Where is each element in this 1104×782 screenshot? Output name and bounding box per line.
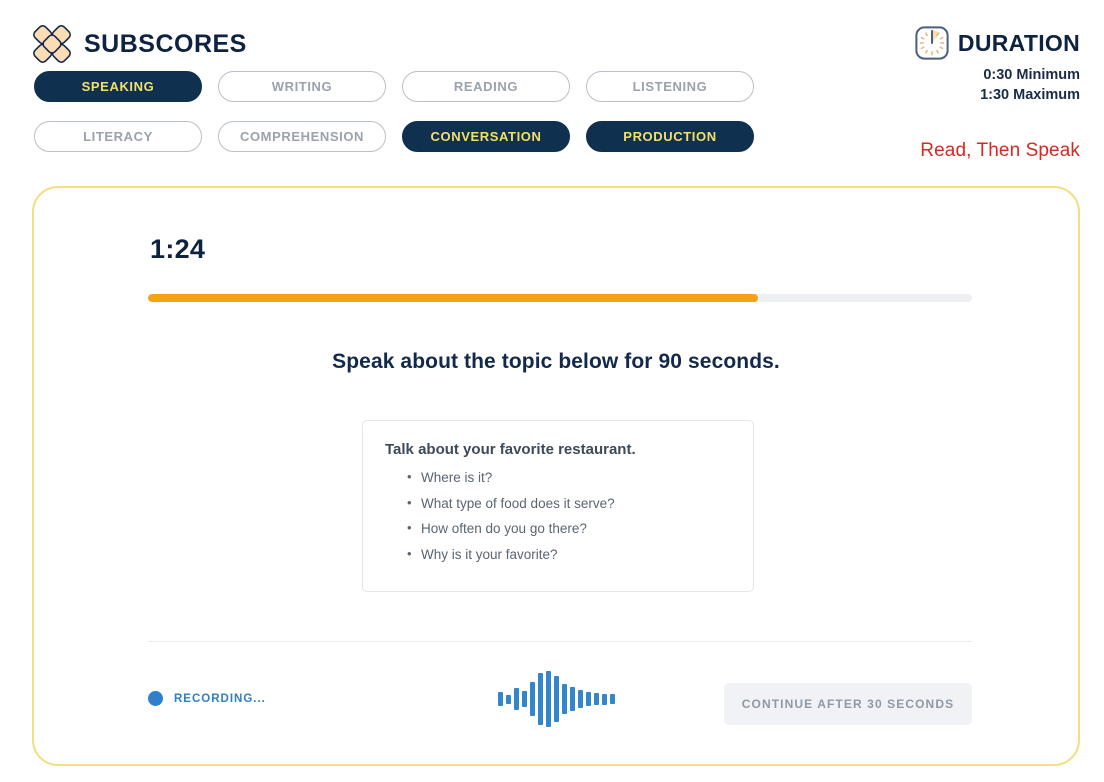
prompt-question-list: Where is it? What type of food does it s… (385, 470, 731, 562)
subscore-tab-row-secondary: LITERACY COMPREHENSION CONVERSATION PROD… (34, 121, 754, 152)
duration-minimum: 0:30 Minimum (983, 67, 1080, 83)
clock-icon (915, 26, 949, 60)
prompt-question: How often do you go there? (407, 521, 731, 536)
waveform-bar (561, 684, 567, 714)
progress-bar-track (148, 294, 972, 302)
countdown-timer: 1:24 (150, 234, 206, 264)
waveform-bar (593, 693, 599, 705)
prompt-card: Talk about your favorite restaurant. Whe… (362, 420, 754, 592)
waveform-bar (569, 687, 575, 711)
waveform-bar (537, 673, 543, 725)
audio-waveform-icon (497, 670, 615, 728)
subscore-tab-comprehension[interactable]: COMPREHENSION (218, 121, 386, 152)
subscore-tab-literacy[interactable]: LITERACY (34, 121, 202, 152)
waveform-bar (601, 693, 607, 705)
subscore-tab-conversation[interactable]: CONVERSATION (402, 121, 570, 152)
subscore-tab-reading[interactable]: READING (402, 71, 570, 102)
duration-maximum: 1:30 Maximum (980, 86, 1080, 103)
subscore-tab-writing[interactable]: WRITING (218, 71, 386, 102)
duration-header: DURATION (915, 26, 1080, 60)
diamond-cluster-logo (33, 25, 71, 63)
waveform-bar (529, 682, 535, 716)
task-card: 1:24 Speak about the topic below for 90 … (32, 186, 1080, 766)
footer-divider (148, 641, 972, 642)
task-type-label: Read, Then Speak (920, 140, 1080, 161)
progress-bar-fill (148, 294, 758, 302)
duration-panel: DURATION 0:30 Minimum 1:30 Maximum (915, 26, 1080, 104)
subscore-tab-row-primary: SPEAKING WRITING READING LISTENING (34, 71, 754, 102)
waveform-bar (521, 691, 527, 707)
subscore-tab-production[interactable]: PRODUCTION (586, 121, 754, 152)
duration-title: DURATION (957, 29, 1080, 56)
subscore-tab-listening[interactable]: LISTENING (586, 71, 754, 102)
prompt-question: Where is it? (407, 470, 731, 485)
waveform-bar (585, 692, 591, 706)
waveform-bar (545, 671, 551, 727)
waveform-bar (513, 688, 519, 710)
continue-button[interactable]: CONTINUE AFTER 30 SECONDS (724, 683, 972, 725)
brand-title: SUBSCORES (84, 29, 247, 58)
waveform-bar (609, 694, 615, 704)
subscore-tab-speaking[interactable]: SPEAKING (34, 71, 202, 102)
waveform-bar (577, 690, 583, 708)
waveform-bar (505, 694, 511, 704)
task-instruction-heading: Speak about the topic below for 90 secon… (332, 350, 780, 373)
prompt-question: What type of food does it serve? (407, 496, 731, 511)
page-header: SUBSCORES SPEAKING WRITING READING LISTE… (0, 0, 1104, 172)
waveform-bar (553, 676, 559, 722)
brand: SUBSCORES (32, 24, 247, 64)
prompt-title: Talk about your favorite restaurant. (385, 441, 636, 458)
waveform-bar (497, 692, 503, 706)
prompt-question: Why is it your favorite? (407, 547, 731, 562)
